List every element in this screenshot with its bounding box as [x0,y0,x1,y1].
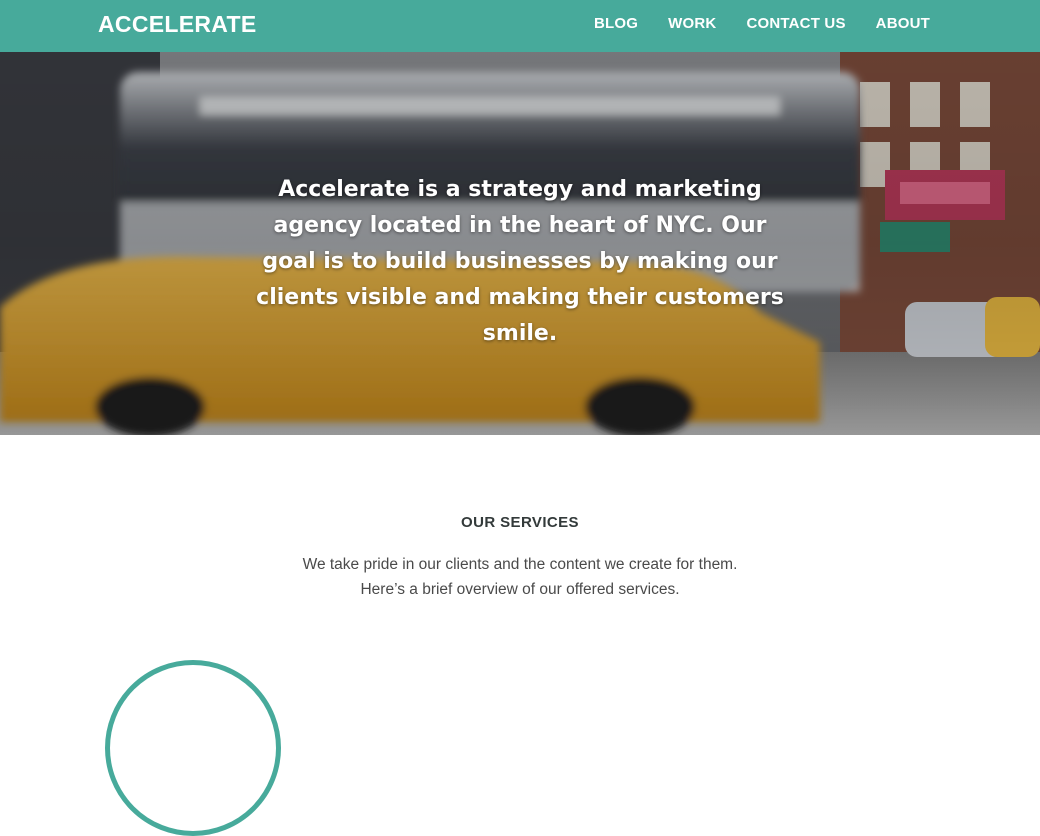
hero-tagline: Accelerate is a strategy and marketing a… [256,177,784,346]
services-heading: OUR SERVICES [461,514,579,531]
logo[interactable]: ACCELERATE [98,11,256,38]
services-intro: We take pride in our clients and the con… [0,552,1040,602]
site-header: ACCELERATE BLOG WORK CONTACT US ABOUT [0,0,1040,52]
services-intro-line-2: Here’s a brief overview of our offered s… [360,581,680,598]
main-nav: BLOG WORK CONTACT US ABOUT [594,15,930,32]
services-intro-line-1: We take pride in our clients and the con… [302,556,738,573]
service-circle-icon [105,660,281,836]
nav-link-work[interactable]: WORK [668,15,716,32]
hero-section: Accelerate is a strategy and marketing a… [0,52,1040,435]
nav-link-contact-us[interactable]: CONTACT US [746,15,845,32]
nav-link-blog[interactable]: BLOG [594,15,638,32]
nav-link-about[interactable]: ABOUT [876,15,930,32]
